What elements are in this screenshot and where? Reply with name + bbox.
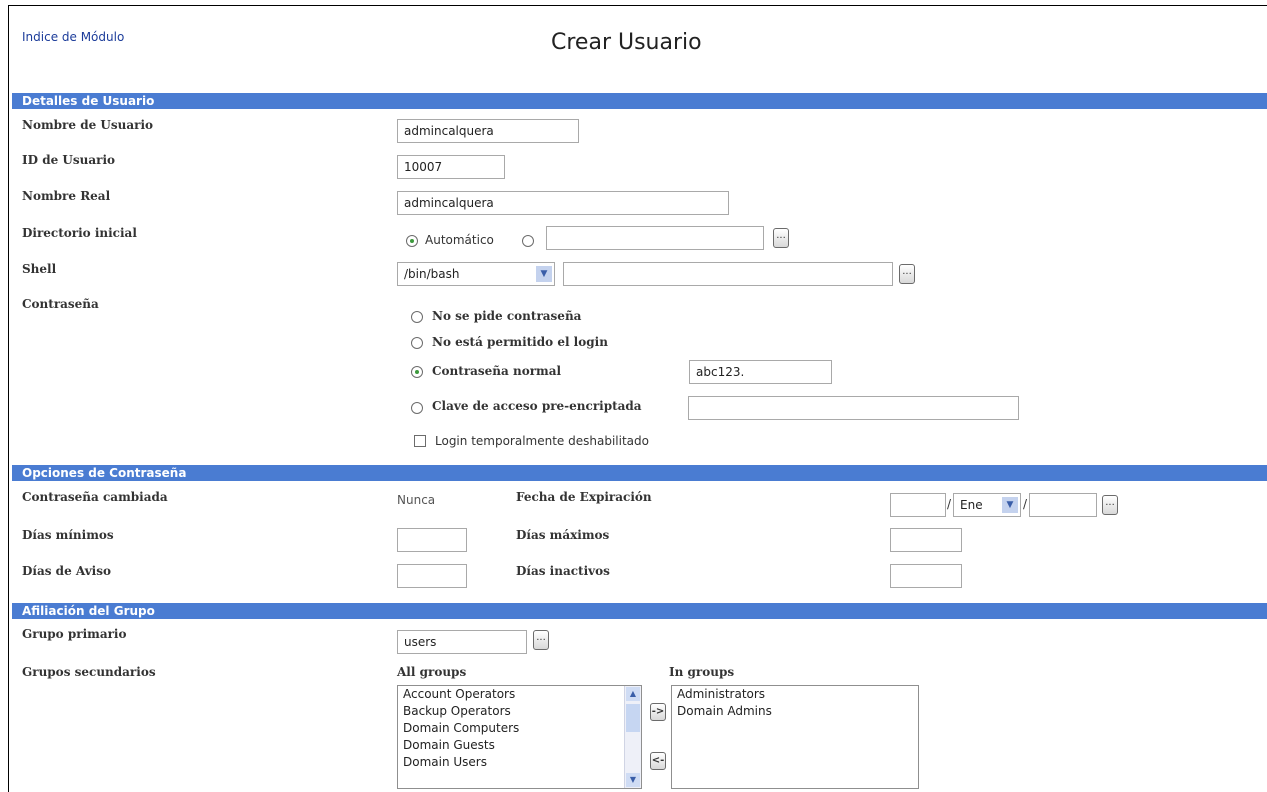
user-id-label: ID de Usuario <box>22 153 116 167</box>
max-days-input[interactable] <box>890 528 962 552</box>
inactive-days-label: Días inactivos <box>516 564 610 578</box>
primary-group-label: Grupo primario <box>22 627 127 641</box>
in-groups-label: In groups <box>669 665 735 679</box>
expiry-month-select[interactable]: Ene ▼ <box>953 493 1021 517</box>
section-password-options: Opciones de Contraseña <box>12 465 1267 481</box>
min-days-input[interactable] <box>397 528 467 552</box>
home-dir-automatic-radio[interactable] <box>406 235 418 247</box>
password-preencrypted-radio[interactable] <box>411 402 423 414</box>
chevron-down-icon: ▼ <box>536 266 552 282</box>
warn-days-label: Días de Aviso <box>22 564 111 578</box>
shell-selected-value: /bin/bash <box>404 267 460 281</box>
real-name-input[interactable] <box>397 191 729 215</box>
primary-group-browse-button[interactable]: ... <box>533 630 549 650</box>
min-days-label: Días mínimos <box>22 528 114 542</box>
home-dir-browse-button[interactable]: ... <box>773 228 789 248</box>
expiry-year-input[interactable] <box>1029 493 1097 517</box>
list-item[interactable]: Domain Admins <box>672 703 918 720</box>
password-normal-radio[interactable] <box>411 366 423 378</box>
username-input[interactable] <box>397 119 579 143</box>
expiry-day-input[interactable] <box>890 493 946 517</box>
expiry-date-label: Fecha de Expiración <box>516 490 652 504</box>
list-item[interactable]: Backup Operators <box>398 703 641 720</box>
list-item[interactable]: Administrators <box>672 686 918 703</box>
chevron-down-icon[interactable]: ▼ <box>626 773 640 787</box>
password-preencrypted-label: Clave de acceso pre-encriptada <box>432 399 642 413</box>
expiry-slash-2: / <box>1023 497 1028 511</box>
home-dir-automatic-label: Automático <box>425 233 494 247</box>
page-title: Crear Usuario <box>551 30 702 55</box>
all-groups-scrollbar[interactable]: ▲ ▼ <box>624 686 641 788</box>
list-item[interactable]: Account Operators <box>398 686 641 703</box>
shell-select[interactable]: /bin/bash ▼ <box>397 262 555 286</box>
expiry-slash-1: / <box>947 497 952 511</box>
password-label: Contraseña <box>22 297 99 311</box>
password-changed-value: Nunca <box>397 493 436 507</box>
section-user-details: Detalles de Usuario <box>12 93 1267 109</box>
username-label: Nombre de Usuario <box>22 118 154 132</box>
all-groups-listbox[interactable]: Account Operators Backup Operators Domai… <box>397 685 642 789</box>
chevron-down-icon: ▼ <box>1002 497 1018 513</box>
primary-group-input[interactable] <box>397 630 527 654</box>
password-changed-label: Contraseña cambiada <box>22 490 168 504</box>
chevron-up-icon[interactable]: ▲ <box>626 687 640 701</box>
user-id-input[interactable] <box>397 155 505 179</box>
list-item[interactable]: Domain Computers <box>398 720 641 737</box>
password-preencrypted-input[interactable] <box>688 396 1019 420</box>
add-group-button[interactable]: -> <box>650 703 666 721</box>
password-normal-label: Contraseña normal <box>432 364 562 378</box>
scrollbar-thumb[interactable] <box>626 704 640 732</box>
home-dir-custom-radio[interactable] <box>522 235 534 247</box>
all-groups-label: All groups <box>397 665 467 679</box>
real-name-label: Nombre Real <box>22 189 111 203</box>
password-no-login-radio[interactable] <box>411 337 423 349</box>
shell-label: Shell <box>22 262 57 276</box>
password-none-label: No se pide contraseña <box>432 309 582 323</box>
list-item[interactable]: Domain Guests <box>398 737 641 754</box>
home-dir-label: Directorio inicial <box>22 226 137 240</box>
inactive-days-input[interactable] <box>890 564 962 588</box>
password-no-login-label: No está permitido el login <box>432 335 608 349</box>
warn-days-input[interactable] <box>397 564 467 588</box>
in-groups-listbox[interactable]: Administrators Domain Admins <box>671 685 919 789</box>
shell-browse-button[interactable]: ... <box>899 264 915 284</box>
shell-custom-input[interactable] <box>563 262 893 286</box>
home-dir-input[interactable] <box>546 226 764 250</box>
password-none-radio[interactable] <box>411 311 423 323</box>
expiry-calendar-button[interactable]: ... <box>1102 495 1118 515</box>
expiry-month-value: Ene <box>960 498 983 512</box>
section-group-membership: Afiliación del Grupo <box>12 603 1267 619</box>
secondary-groups-label: Grupos secundarios <box>22 665 156 679</box>
module-index-link[interactable]: Indice de Módulo <box>22 30 124 44</box>
password-normal-input[interactable] <box>689 360 832 384</box>
list-item[interactable]: Domain Users <box>398 754 641 771</box>
login-disabled-checkbox[interactable] <box>414 435 426 447</box>
login-disabled-label: Login temporalmente deshabilitado <box>435 434 649 448</box>
max-days-label: Días máximos <box>516 528 610 542</box>
remove-group-button[interactable]: <- <box>650 752 666 770</box>
